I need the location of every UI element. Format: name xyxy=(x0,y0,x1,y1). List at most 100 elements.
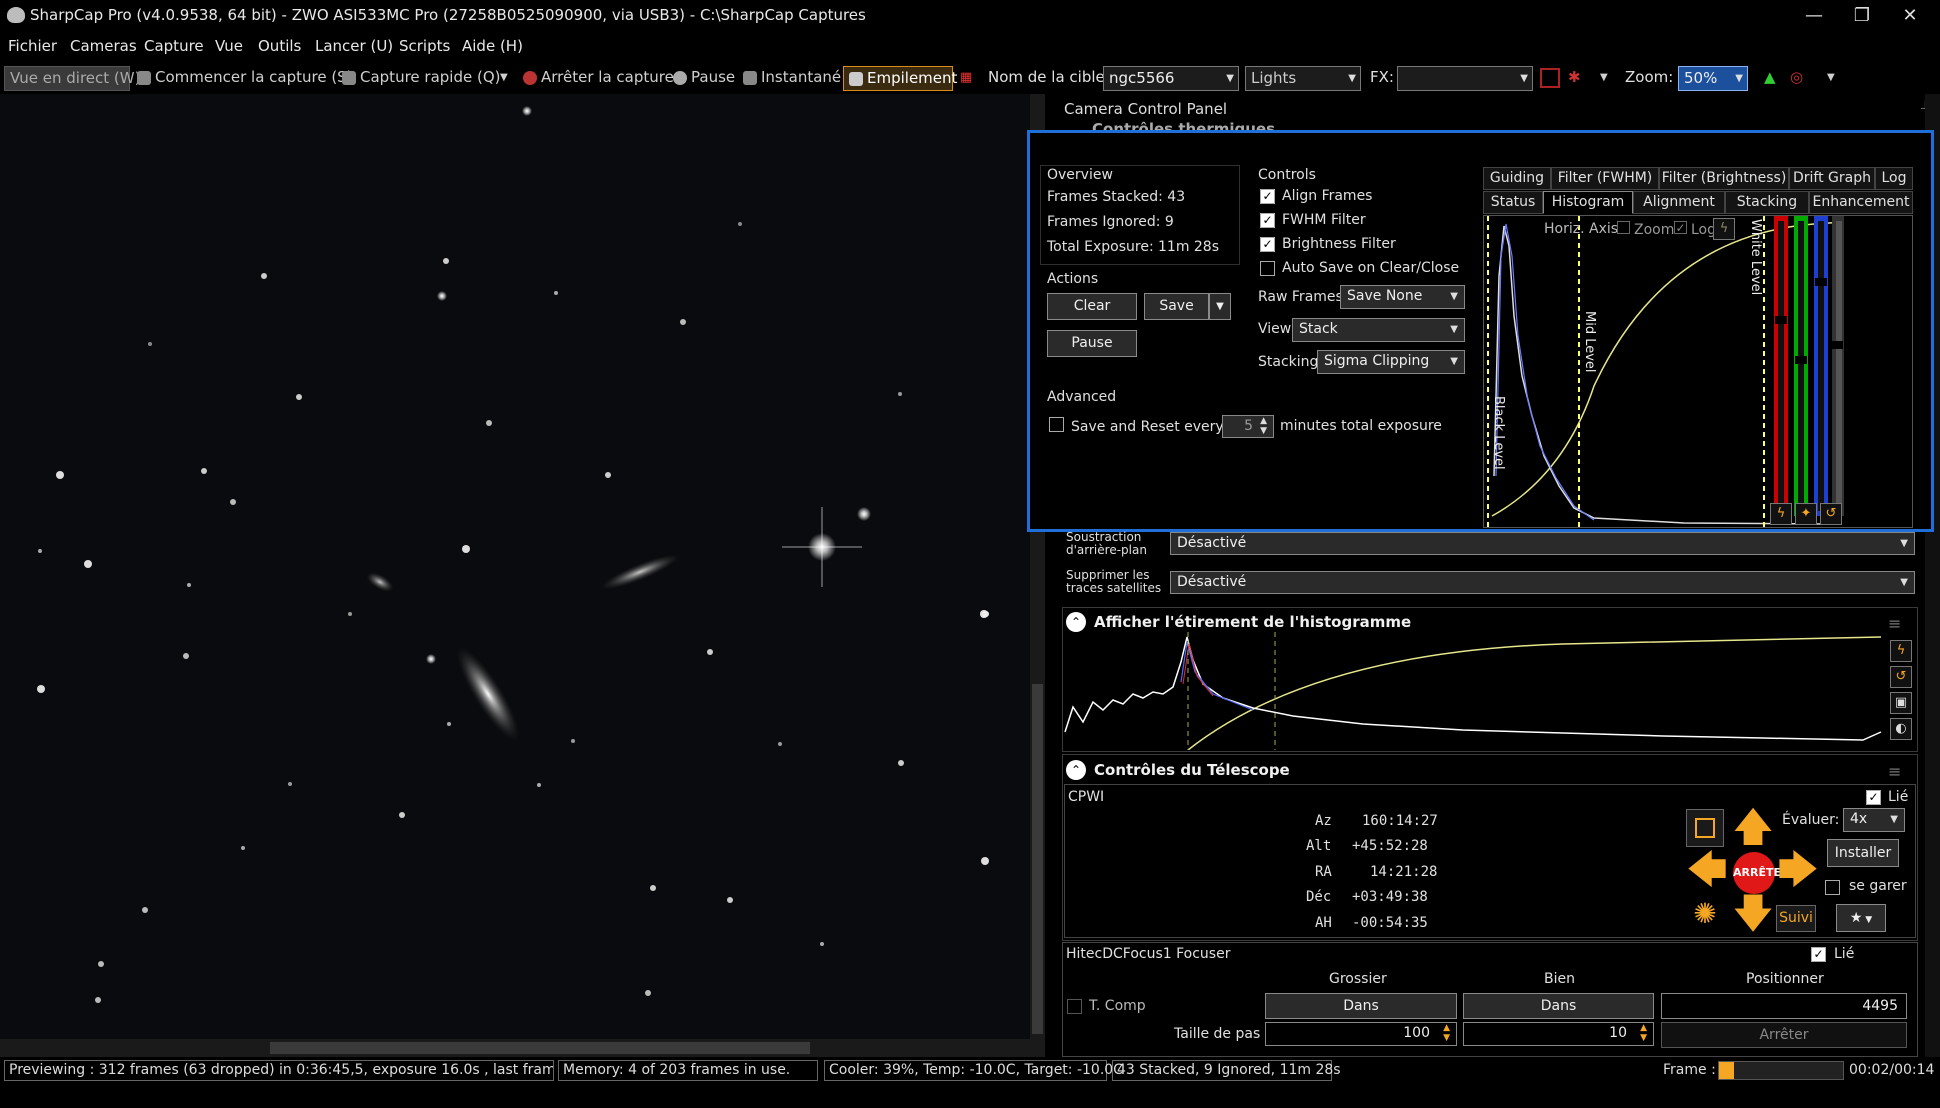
coarse-in-button[interactable]: Dans xyxy=(1265,993,1457,1019)
frame-type-select[interactable]: Lights ▼ xyxy=(1245,66,1361,91)
menu-icon[interactable]: ≡ xyxy=(1888,762,1901,781)
auto-save-checkbox[interactable] xyxy=(1260,261,1275,276)
spinner-arrows-icon[interactable]: ▲ ▼ xyxy=(1443,1023,1450,1043)
tab-filter-brightness[interactable]: Filter (Brightness) xyxy=(1659,167,1789,190)
tab-guiding[interactable]: Guiding xyxy=(1483,167,1551,190)
scrollbar-thumb[interactable] xyxy=(1032,684,1043,1034)
zoom-select[interactable]: 50% ▼ xyxy=(1678,66,1748,91)
spinner-arrows-icon[interactable]: ▲ ▼ xyxy=(1640,1023,1647,1043)
bg-subtraction-select[interactable]: Désactivé ▼ xyxy=(1170,532,1915,555)
menu-lancer[interactable]: Lancer (U) xyxy=(315,37,393,55)
save-icon[interactable]: ▣ xyxy=(1890,692,1912,714)
quick-capture-dropdown-icon[interactable]: ▼ xyxy=(500,66,508,91)
tab-filter-fwhm[interactable]: Filter (FWHM) xyxy=(1551,167,1659,190)
satellite-trails-select[interactable]: Désactivé ▼ xyxy=(1170,571,1915,594)
save-reset-spinner[interactable]: 5 ▲ ▼ xyxy=(1222,415,1274,438)
tab-drift-graph[interactable]: Drift Graph xyxy=(1789,167,1875,190)
view-select[interactable]: Stack ▼ xyxy=(1292,318,1465,342)
mount-linked-label: Lié xyxy=(1888,789,1909,805)
reset-icon[interactable]: ↺ xyxy=(1820,503,1842,525)
contrast-icon[interactable]: ◐ xyxy=(1890,718,1912,740)
menu-aide[interactable]: Aide (H) xyxy=(462,37,523,55)
tcomp-checkbox[interactable] xyxy=(1067,999,1082,1014)
move-south-icon[interactable]: 🡇 xyxy=(1732,894,1774,934)
brightness-filter-checkbox[interactable]: ✓ xyxy=(1260,237,1275,252)
collapse-icon[interactable]: ⌃ xyxy=(1066,760,1086,780)
menu-fichier[interactable]: Fichier xyxy=(8,37,57,55)
record-icon[interactable] xyxy=(1540,68,1560,88)
hist-zoom-checkbox[interactable] xyxy=(1617,221,1630,234)
install-button[interactable]: Installer xyxy=(1827,839,1899,867)
fx-select[interactable]: ▼ xyxy=(1397,66,1533,91)
menu-cameras[interactable]: Cameras xyxy=(70,37,137,55)
move-west-icon[interactable]: 🡄 xyxy=(1686,850,1728,890)
hist-log-checkbox[interactable]: ✓ xyxy=(1674,221,1687,235)
tab-histogram[interactable]: Histogram xyxy=(1543,191,1633,214)
coarse-step-input[interactable]: 100 ▲ ▼ xyxy=(1265,1022,1457,1046)
focuser-stop-button[interactable]: Arrêter xyxy=(1661,1022,1907,1048)
restore-button[interactable]: ❐ xyxy=(1838,0,1886,31)
position-input[interactable]: 4495 xyxy=(1661,993,1907,1019)
pause-stack-button[interactable]: Pause xyxy=(1047,330,1137,357)
save-reset-checkbox[interactable] xyxy=(1049,417,1064,432)
stack-histogram[interactable]: Horiz. Axis: Zoom ✓ Log ϟ Black Level Mi… xyxy=(1483,215,1913,528)
align-frames-checkbox[interactable]: ✓ xyxy=(1260,189,1275,204)
auto-stretch-icon[interactable]: ϟ xyxy=(1770,503,1792,525)
track-button[interactable]: Suivi xyxy=(1776,905,1816,932)
scrollbar-thumb[interactable] xyxy=(270,1042,810,1054)
lightning-icon[interactable]: ϟ xyxy=(1713,218,1735,240)
spinner-arrows-icon[interactable]: ▲ ▼ xyxy=(1260,416,1267,436)
tools-dropdown-icon[interactable]: ▼ xyxy=(1600,66,1608,91)
focuser-linked-checkbox[interactable]: ✓ xyxy=(1811,947,1826,962)
fwhm-filter-checkbox[interactable]: ✓ xyxy=(1260,213,1275,228)
quick-capture-button[interactable]: Capture rapide (Q) xyxy=(342,66,501,91)
close-button[interactable]: ✕ xyxy=(1886,0,1934,31)
menu-vue[interactable]: Vue xyxy=(215,37,243,55)
image-horizontal-scrollbar[interactable] xyxy=(0,1039,1045,1057)
target-name-select[interactable]: ngc5566 ▼ xyxy=(1103,66,1239,91)
stop-capture-button[interactable]: Arrêter la capture xyxy=(523,66,674,91)
fine-step-input[interactable]: 10 ▲ ▼ xyxy=(1463,1022,1654,1046)
stacking-mode-select[interactable]: Sigma Clipping ▼ xyxy=(1317,350,1465,374)
focus-icon[interactable]: ◎ xyxy=(1790,66,1803,91)
save-dropdown-button[interactable]: ▼ xyxy=(1209,293,1231,320)
mount-linked-checkbox[interactable]: ✓ xyxy=(1866,790,1881,805)
menu-outils[interactable]: Outils xyxy=(258,37,301,55)
tab-stacking[interactable]: Stacking xyxy=(1725,191,1809,214)
goto-button[interactable] xyxy=(1686,809,1724,847)
tab-status[interactable]: Status xyxy=(1483,191,1543,214)
stretch-histogram[interactable] xyxy=(1063,632,1883,750)
sun-icon[interactable]: ✺ xyxy=(1686,896,1724,934)
menu-scripts[interactable]: Scripts xyxy=(399,37,450,55)
tab-alignment[interactable]: Alignment xyxy=(1633,191,1725,214)
histogram-icon[interactable]: ▲ xyxy=(1764,66,1776,91)
minimize-button[interactable]: — xyxy=(1790,0,1838,31)
clear-button[interactable]: Clear xyxy=(1047,293,1137,320)
auto-stretch-icon[interactable]: ϟ xyxy=(1890,640,1912,662)
menu-capture[interactable]: Capture xyxy=(144,37,204,55)
raw-frames-select[interactable]: Save None ▼ xyxy=(1340,285,1465,309)
satellite-trails-value: Désactivé xyxy=(1177,574,1247,590)
menu-icon[interactable]: ≡ xyxy=(1888,614,1901,633)
start-capture-button[interactable]: Commencer la capture (S) xyxy=(137,66,353,91)
image-view[interactable] xyxy=(0,94,1045,1039)
rate-select[interactable]: 4x ▼ xyxy=(1843,808,1905,832)
save-button[interactable]: Save xyxy=(1144,293,1209,320)
fine-in-button[interactable]: Dans xyxy=(1463,993,1654,1019)
stack-button[interactable]: Empilement xyxy=(843,66,957,91)
move-north-icon[interactable]: 🡅 xyxy=(1732,807,1774,847)
move-east-icon[interactable]: 🡆 xyxy=(1777,850,1819,890)
park-checkbox[interactable] xyxy=(1825,880,1840,895)
snapshot-button[interactable]: Instantané xyxy=(743,66,841,91)
stop-mount-button[interactable]: ARRÊTE xyxy=(1733,852,1781,894)
reset-icon[interactable]: ↺ xyxy=(1890,666,1912,688)
tab-log[interactable]: Log xyxy=(1875,167,1913,190)
crosshair-icon[interactable]: ✱ xyxy=(1568,66,1581,91)
favorites-button[interactable]: ★ ▼ xyxy=(1836,904,1886,932)
collapse-icon[interactable]: ⌃ xyxy=(1066,612,1086,632)
boost-icon[interactable]: ✦ xyxy=(1795,503,1817,525)
live-view-button[interactable]: Vue en direct (W) xyxy=(4,66,140,91)
more-dropdown-icon[interactable]: ▼ xyxy=(1827,66,1835,91)
tab-enhancement[interactable]: Enhancement xyxy=(1809,191,1913,214)
pause-button[interactable]: Pause xyxy=(673,66,735,91)
